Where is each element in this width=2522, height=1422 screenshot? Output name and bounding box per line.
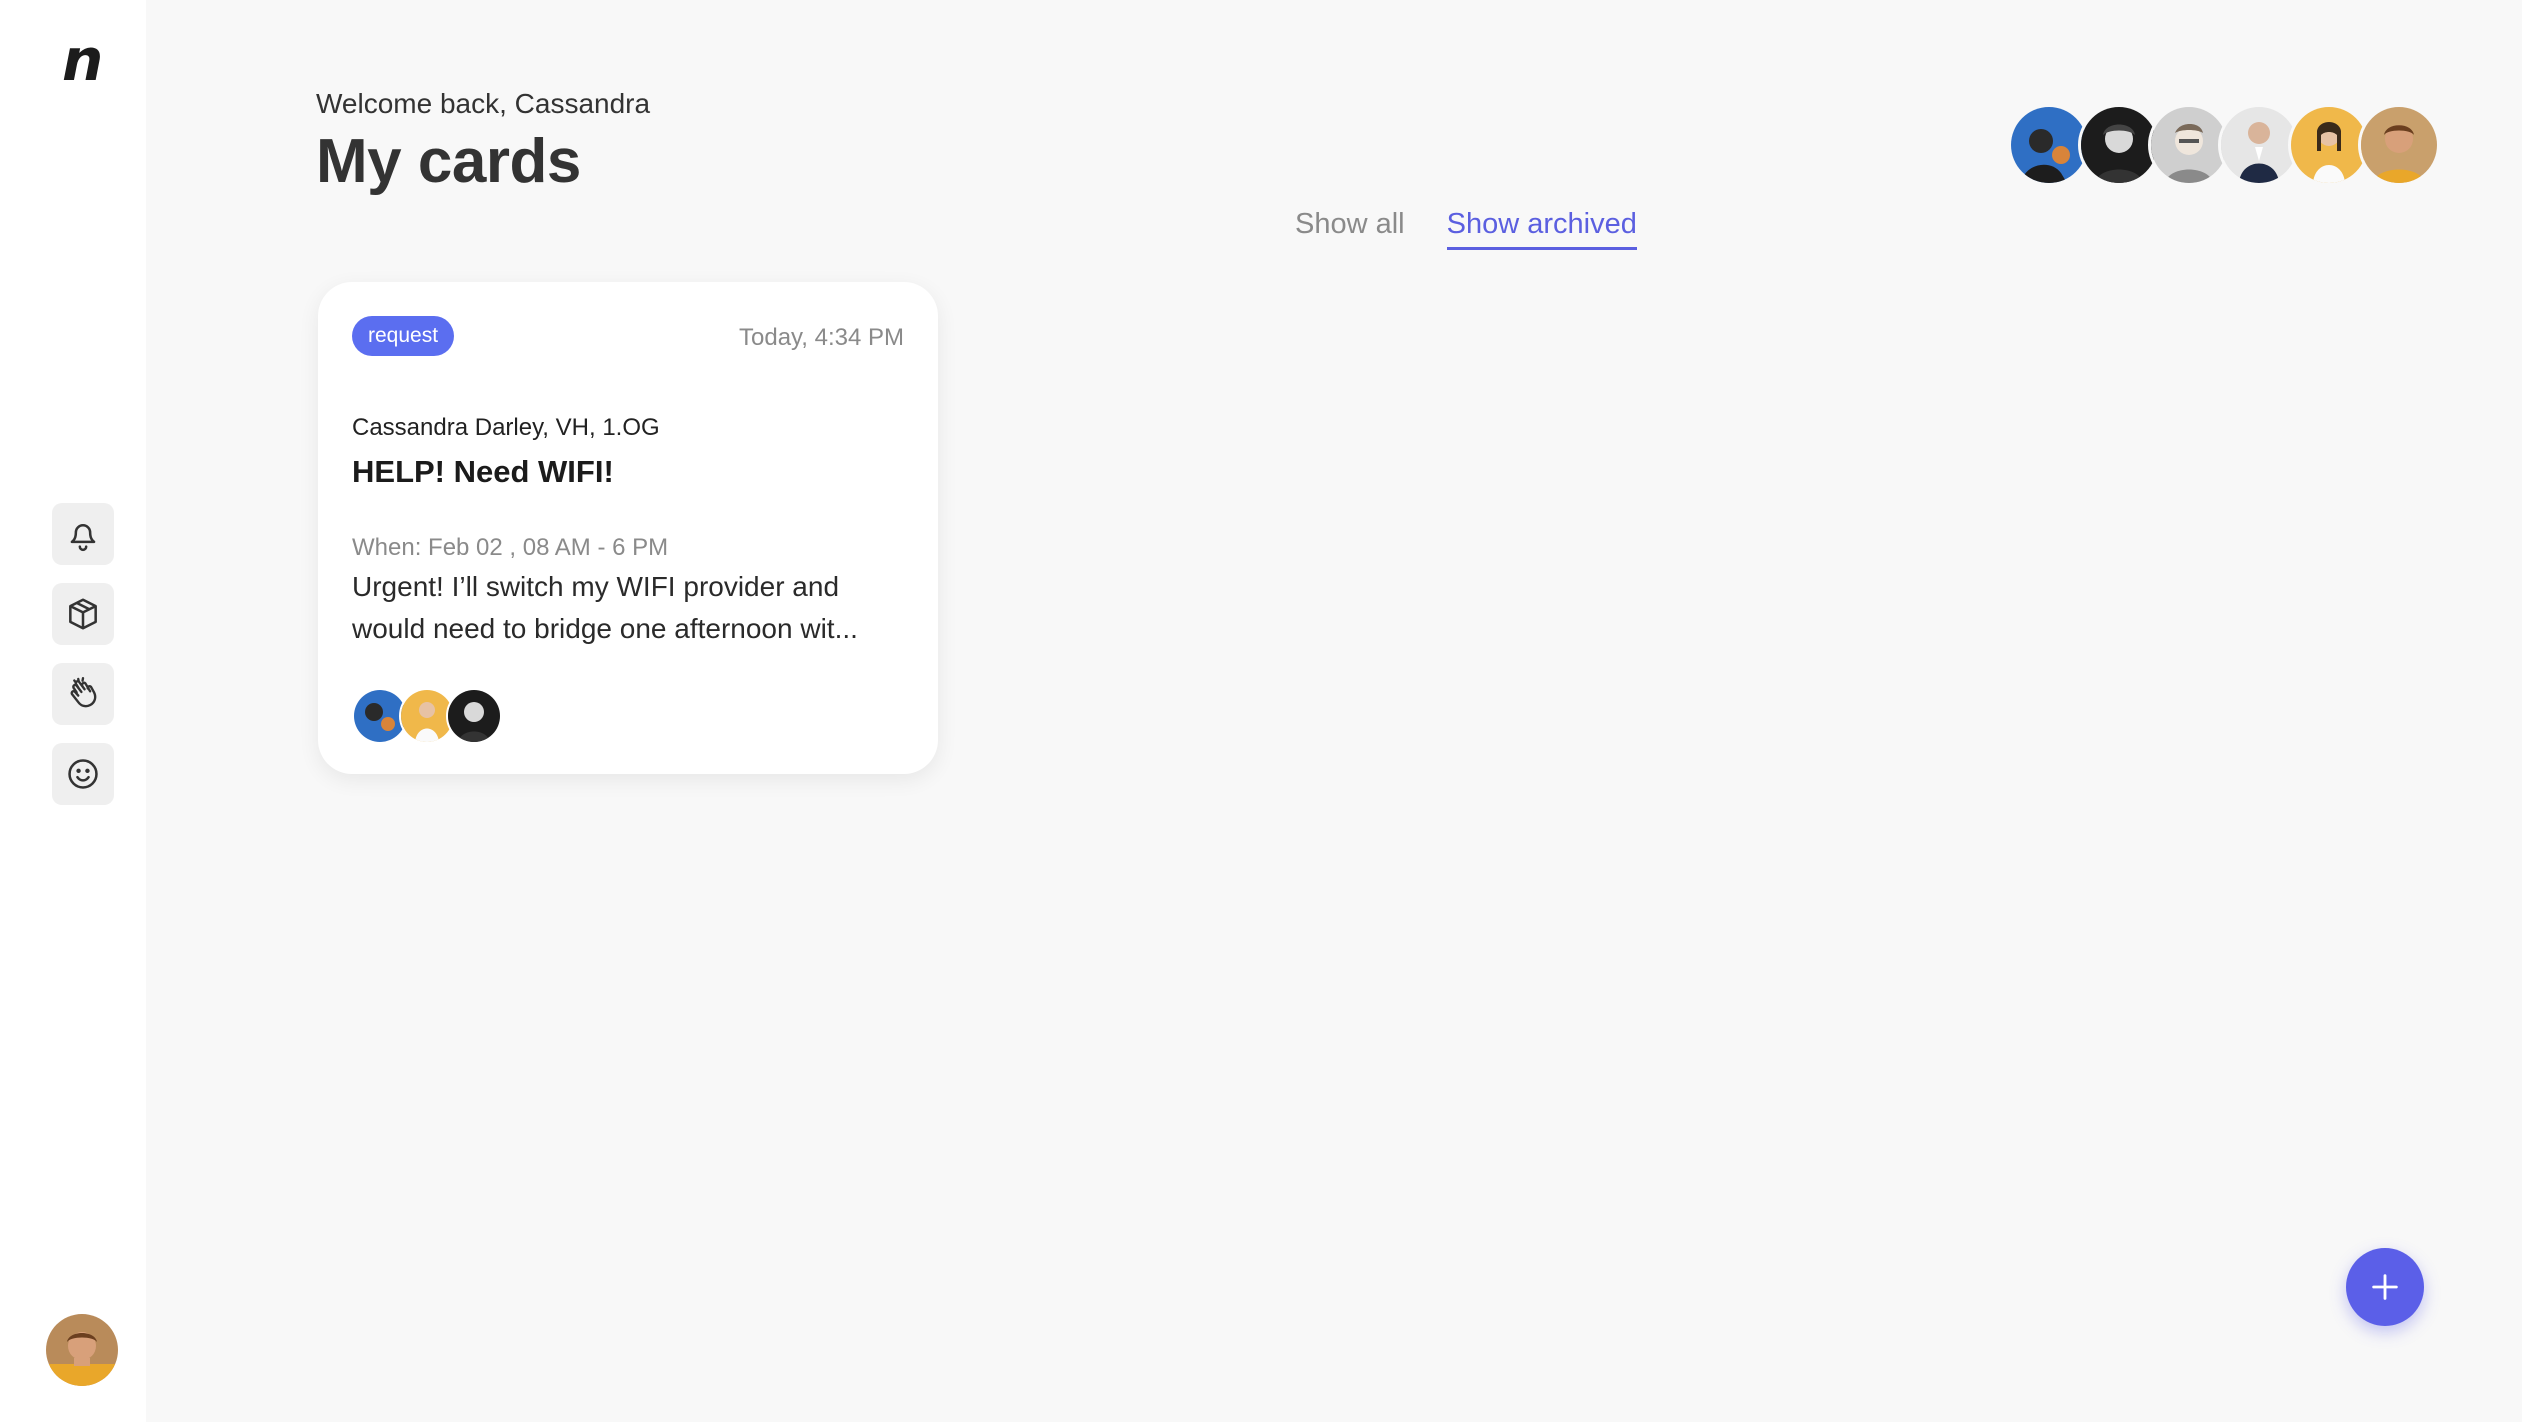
team-avatar[interactable] (2358, 104, 2440, 186)
avatar-photo (448, 690, 500, 742)
nav-notifications-button[interactable] (52, 503, 114, 565)
avatar-photo (2081, 107, 2157, 183)
avatar-photo (46, 1314, 118, 1386)
avatar-photo (2151, 107, 2227, 183)
bell-icon (70, 524, 96, 552)
card-title: HELP! Need WIFI! (352, 454, 614, 489)
card-tag-badge: request (352, 316, 455, 356)
nav-clap-button[interactable] (52, 663, 114, 725)
sidebar: n (0, 0, 146, 1422)
card-timestamp: Today, 4:34 PM (739, 324, 904, 351)
package-icon (69, 598, 97, 630)
participant-avatar (446, 688, 502, 744)
tab-show-archived[interactable]: Show archived (1446, 208, 1637, 250)
nav-feedback-button[interactable] (52, 743, 114, 805)
avatar-photo (2291, 107, 2367, 183)
clap-hands-icon (70, 676, 97, 708)
nav-packages-button[interactable] (52, 583, 114, 645)
team-avatars (2008, 104, 2440, 186)
request-card[interactable]: request Today, 4:34 PM Cassandra Darley,… (318, 282, 938, 774)
filter-tabs: Show all Show archived (1295, 208, 1637, 250)
tab-show-all[interactable]: Show all (1295, 208, 1405, 250)
smiley-icon (68, 759, 98, 789)
page-title: My cards (316, 127, 581, 196)
avatar-photo (2361, 107, 2437, 183)
card-when: When: Feb 02 , 08 AM - 6 PM (352, 534, 669, 561)
avatar-photo (2011, 107, 2087, 183)
app-logo[interactable]: n (62, 30, 103, 90)
user-avatar[interactable] (46, 1314, 118, 1386)
card-participants (352, 688, 502, 744)
add-card-button[interactable] (2346, 1248, 2424, 1326)
avatar-photo (2221, 107, 2297, 183)
welcome-text: Welcome back, Cassandra (316, 88, 651, 119)
card-description: Urgent! I’ll switch my WIFI provider and… (352, 571, 858, 644)
plus-icon (2372, 1274, 2398, 1300)
app-root: n Welcome back, Cassandra My cards Show … (0, 0, 2522, 1422)
card-author: Cassandra Darley, VH, 1.OG (352, 414, 660, 441)
